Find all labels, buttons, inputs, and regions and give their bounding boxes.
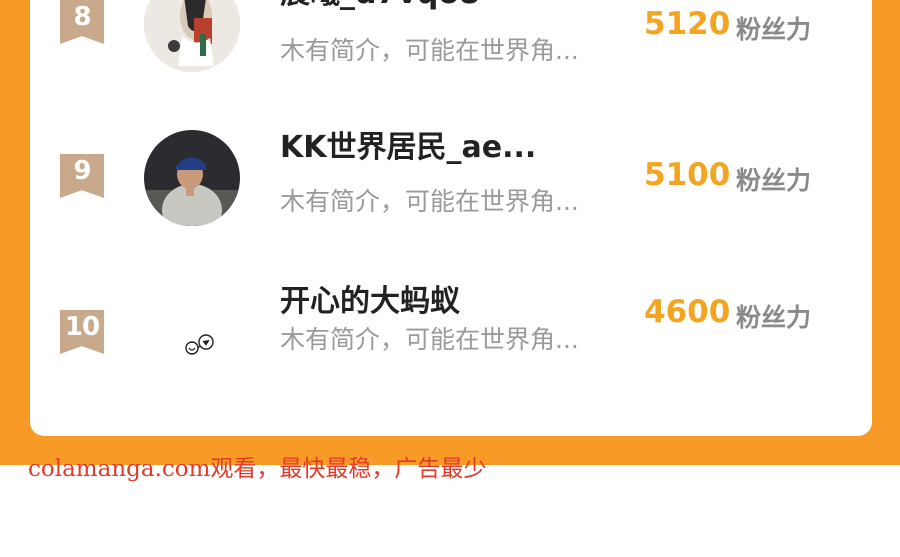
rank-badge: 9 — [60, 154, 104, 198]
avatar-painting-image — [144, 0, 240, 72]
avatar[interactable] — [144, 0, 240, 72]
fan-count: 4600 — [644, 294, 731, 330]
watermark-text: colamanga.com观看，最快最稳，广告最少 — [28, 456, 487, 482]
user-name[interactable]: KK世界居民_ae... — [280, 122, 536, 166]
fan-unit: 粉丝力 — [736, 303, 812, 332]
user-name[interactable]: 开心的大蚂蚁 — [280, 276, 460, 320]
rank-badge: 10 — [60, 310, 104, 354]
avatar[interactable] — [144, 286, 240, 382]
user-name[interactable]: 晨曦_d7vqo8 — [280, 0, 480, 12]
fan-unit: 粉丝力 — [736, 166, 812, 195]
avatar-doodle-image — [144, 286, 240, 382]
fan-count: 5100 — [644, 157, 731, 193]
user-bio: 木有简介，可能在世界角... — [280, 187, 579, 216]
ranking-row[interactable]: 9 KK世界居民_ae... 木有简介，可能在世界角... 5100 粉丝力 — [30, 130, 872, 280]
ranking-row[interactable]: 10 开心的大蚂蚁 木有简介，可能在世界角... 4600 粉丝力 — [30, 280, 872, 430]
user-bio: 木有简介，可能在世界角... — [280, 325, 579, 354]
avatar[interactable] — [144, 130, 240, 226]
fan-count: 5120 — [644, 6, 731, 42]
rank-badge: 8 — [60, 0, 104, 44]
ranking-row[interactable]: 8 晨曦_d7vqo8 木有简介，可能在世界角... 5120 粉丝力 — [30, 0, 872, 130]
avatar-photo-image — [144, 130, 240, 226]
fan-unit: 粉丝力 — [736, 15, 812, 44]
ranking-card: 8 晨曦_d7vqo8 木有简介，可能在世界角... 5120 粉丝力 9 — [30, 0, 872, 436]
user-bio: 木有简介，可能在世界角... — [280, 36, 579, 65]
